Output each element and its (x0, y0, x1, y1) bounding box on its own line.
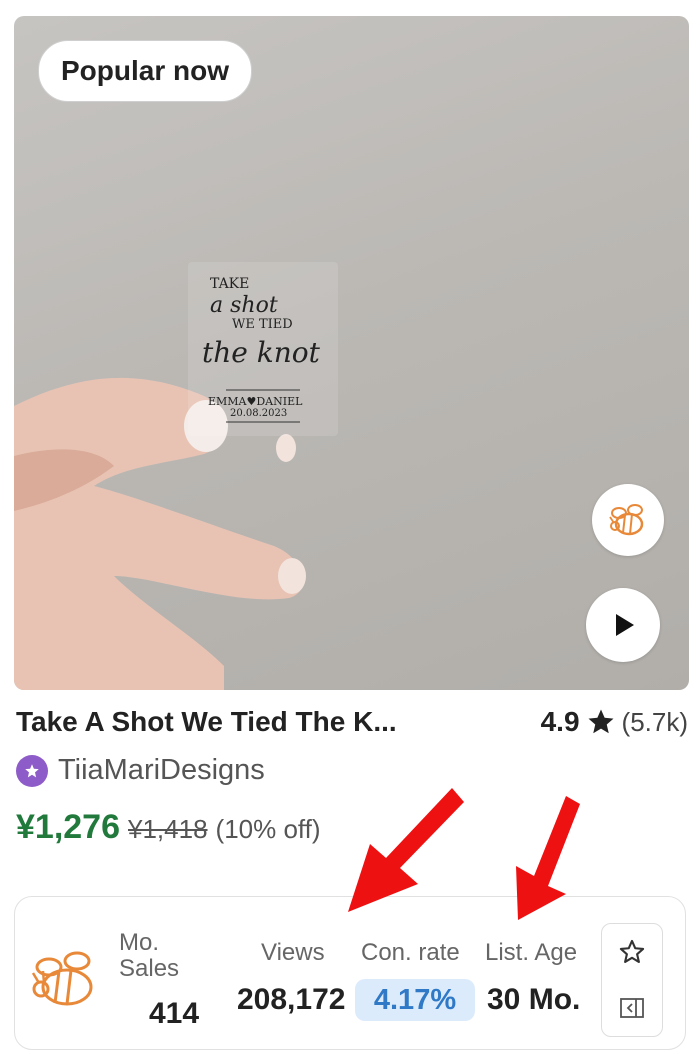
star-outline-icon (619, 939, 645, 963)
rating-score: 4.9 (540, 706, 580, 737)
sticker-line-1: TAKE (210, 276, 249, 292)
listing-title[interactable]: Take A Shot We Tied The K... (16, 706, 456, 738)
views-value: 208,172 (237, 983, 346, 1016)
panel-button[interactable] (602, 980, 662, 1036)
shop[interactable]: TiiaMariDesigns (16, 754, 265, 787)
rating: 4.9 (5.7k) (541, 706, 688, 738)
star-badge-icon (16, 754, 48, 787)
product-image[interactable]: Popular now TAKE a shot WE TIED the knot… (14, 16, 689, 690)
sticker-line-4: the knot (202, 336, 321, 369)
review-count: (5.7k) (621, 706, 688, 737)
sidebar-icon (620, 998, 644, 1018)
sticker-line-2: a shot (210, 293, 278, 318)
views-label: Views (261, 939, 325, 966)
action-buttons (601, 923, 663, 1037)
listing-age-value: 30 Mo. (487, 983, 581, 1016)
favorite-button[interactable] (602, 924, 662, 980)
annotation-arrow-age (516, 796, 580, 920)
mo-sales-value: 414 (149, 997, 200, 1030)
bee-icon (31, 951, 93, 1006)
sticker-date: 20.08.2023 (230, 408, 287, 419)
popular-now-badge: Popular now (38, 40, 252, 102)
discount-label: (10% off) (215, 814, 321, 844)
mo-sales-label-1: Mo. (119, 929, 160, 956)
sale-price: ¥1,276 (16, 808, 120, 846)
sticker-names: EMMA♥DANIEL (208, 395, 303, 408)
sticker-line-3: WE TIED (232, 317, 293, 332)
sticker-artwork: TAKE a shot WE TIED the knot EMMA♥DANIEL… (202, 276, 321, 423)
shop-name[interactable]: TiiaMariDesigns (58, 754, 265, 787)
sticker-card: TAKE a shot WE TIED the knot EMMA♥DANIEL… (188, 262, 338, 436)
star-icon (588, 709, 614, 734)
price-row: ¥1,276 ¥1,418 (10% off) (16, 808, 321, 847)
extension-bee-button[interactable] (592, 484, 664, 556)
play-video-button[interactable] (586, 588, 660, 662)
listing-age-label: List. Age (485, 939, 578, 966)
play-icon (616, 614, 634, 636)
conversion-rate-value: 4.17% (355, 979, 475, 1021)
bee-icon (609, 504, 644, 536)
original-price: ¥1,418 (128, 814, 208, 844)
mo-sales-label-2: Sales (119, 955, 180, 982)
annotation-arrow-views (348, 788, 464, 912)
conversion-rate-label: Con. rate (361, 939, 460, 966)
